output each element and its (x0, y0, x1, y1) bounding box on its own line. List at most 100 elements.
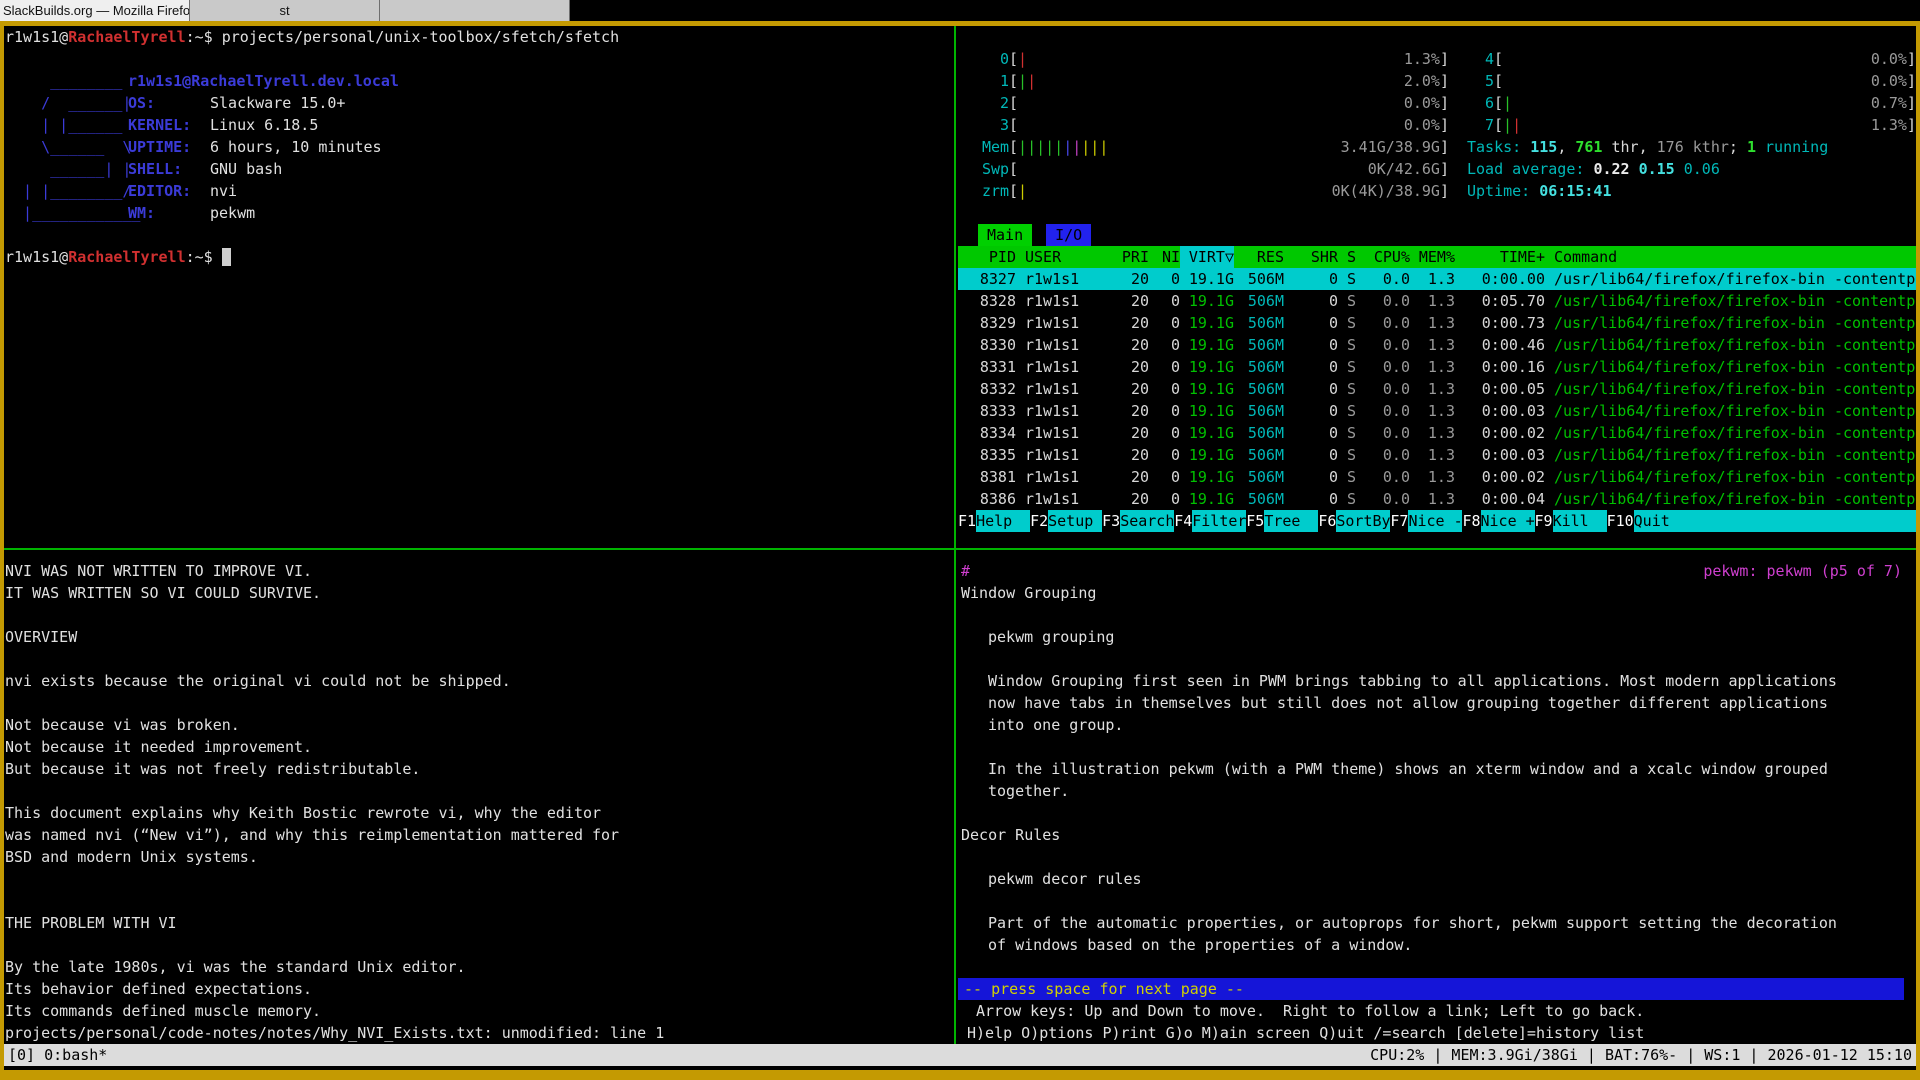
htop-fkey-button[interactable]: F5Tree (1246, 510, 1318, 532)
meter-label: Mem (982, 136, 1009, 158)
sfetch-info-row: | |______ KERNEL: Linux 6.18.5 (5, 114, 950, 136)
htop-fkey-button[interactable]: F8Nice + (1462, 510, 1534, 532)
htop-fkey-button[interactable]: F6SortBy (1318, 510, 1390, 532)
sfetch-hostname-row: ________ r1w1s1@RachaelTyrell.dev.local (5, 70, 950, 92)
titlebar-tab[interactable]: SlackBuilds.org — Mozilla Firefox (0, 0, 190, 21)
process-row[interactable]: 8327r1w1s120019.1G506M0S0.01.30:00.00/us… (958, 268, 1916, 290)
lynx-page-indicator: pekwm: pekwm (p5 of 7) (1703, 560, 1902, 582)
sfetch-info-value: Linux 6.18.5 (210, 114, 318, 136)
meter-value: 2.0% (1404, 70, 1440, 92)
htop-load-line: Load average: 0.22 0.15 0.06 (1467, 158, 1916, 180)
meter-bars (1018, 158, 1368, 180)
htop-fkey-button[interactable]: F2Setup (1030, 510, 1102, 532)
sfetch-info-label: KERNEL: (128, 114, 210, 136)
process-row[interactable]: 8329r1w1s120019.1G506M0S0.01.30:00.73/us… (958, 312, 1916, 334)
htop-fkey-button[interactable]: F4Filter (1174, 510, 1246, 532)
htop-meter-row: 4[0.0%] (1467, 48, 1916, 70)
meter-value: 0.0% (1404, 92, 1440, 114)
process-row[interactable]: 8386r1w1s120019.1G506M0S0.01.30:00.04/us… (958, 488, 1916, 510)
meter-label: zrm (982, 180, 1009, 202)
tmux-session-window[interactable]: [0] 0:bash* (8, 1044, 107, 1066)
htop-meter-row: zrm[0K(4K)/38.9G] (982, 180, 1449, 202)
sfetch-info-value: 6 hours, 10 minutes (210, 136, 382, 158)
htop-fkey-button[interactable]: F9Kill (1535, 510, 1607, 532)
shell-prompt-line-2: r1w1s1@RachaelTyrell:~$ (5, 246, 950, 268)
htop-fkey-button[interactable]: F7Nice - (1390, 510, 1462, 532)
tmux-pane-htop[interactable]: 0[1.3%] 1[2.0%] 2[0.0%] 3[0.0%] Mem[3.41… (958, 26, 1916, 532)
sfetch-info-value: pekwm (210, 202, 255, 224)
sfetch-info-value: GNU bash (210, 158, 282, 180)
meter-bar-tick (1512, 116, 1521, 134)
meter-bars (1018, 136, 1341, 158)
sfetch-info-row: / ______| OS: Slackware 15.0+ (5, 92, 950, 114)
htop-tab-main[interactable]: Main (978, 224, 1032, 246)
tmux-status-bar: [0] 0:bash* CPU:2% | MEM:3.9Gi/38Gi | BA… (4, 1044, 1916, 1066)
editor-line: This document explains why Keith Bostic … (5, 802, 950, 824)
htop-fkey-button[interactable]: F1Help (958, 510, 1030, 532)
lynx-help-line: Arrow keys: Up and Down to move. Right t… (976, 1000, 1644, 1022)
htop-meter-row: 6[0.7%] (1467, 92, 1916, 114)
meter-bar-tick (1099, 138, 1108, 156)
titlebar-tab[interactable]: st (190, 0, 380, 21)
editor-line (5, 868, 950, 890)
htop-meter-row: 2[0.0%] (982, 92, 1449, 114)
htop-tab-io[interactable]: I/O (1046, 224, 1091, 246)
process-row[interactable]: 8332r1w1s120019.1G506M0S0.01.30:00.05/us… (958, 378, 1916, 400)
process-row[interactable]: 8333r1w1s120019.1G506M0S0.01.30:00.03/us… (958, 400, 1916, 422)
editor-line: Its commands defined muscle memory. (5, 1000, 950, 1022)
process-row[interactable]: 8381r1w1s120019.1G506M0S0.01.30:00.02/us… (958, 466, 1916, 488)
tmux-pane-editor[interactable]: NVI WAS NOT WRITTEN TO IMPROVE VI.IT WAS… (5, 558, 950, 1046)
editor-line: By the late 1980s, vi was the standard U… (5, 956, 950, 978)
htop-uptime-line: Uptime: 06:15:41 (1467, 180, 1916, 202)
meter-bar-tick (1018, 50, 1027, 68)
process-row[interactable]: 8334r1w1s120019.1G506M0S0.01.30:00.02/us… (958, 422, 1916, 444)
shell-command: projects/personal/unix-toolbox/sfetch/sf… (222, 28, 619, 46)
system-stats: CPU:2% | MEM:3.9Gi/38Gi | BAT:76%- | WS:… (1370, 1044, 1912, 1066)
htop-fkey-button[interactable]: F10Quit (1607, 510, 1688, 532)
meter-bar-tick (1054, 138, 1063, 156)
lynx-link[interactable]: pekwm grouping (988, 626, 1114, 648)
meter-bars (1018, 70, 1404, 92)
titlebar-tab[interactable] (380, 0, 570, 21)
meter-bar-tick (1027, 138, 1036, 156)
meter-label: 6 (1467, 92, 1494, 114)
lynx-header-left: # (961, 560, 970, 582)
meter-label: 4 (1467, 48, 1494, 70)
lynx-link[interactable]: pekwm decor rules (988, 868, 1142, 890)
meter-bar-tick (1018, 182, 1027, 200)
meter-label: Swp (982, 158, 1009, 180)
sfetch-info-label: WM: (128, 202, 210, 224)
meter-bars (1503, 70, 1871, 92)
editor-line: BSD and modern Unix systems. (5, 846, 950, 868)
sfetch-ascii-art: ________ (5, 70, 128, 92)
editor-line: Not because it needed improvement. (5, 736, 950, 758)
meter-bar-tick (1072, 138, 1081, 156)
htop-table-header[interactable]: PIDUSERPRINIVIRT▽RESSHRSCPU%MEM%TIME+Com… (958, 246, 1916, 268)
editor-line (5, 890, 950, 912)
lynx-help-line: H)elp O)ptions P)rint G)o M)ain screen Q… (967, 1022, 1644, 1044)
tmux-pane-border-vertical[interactable] (954, 26, 956, 1044)
process-row[interactable]: 8331r1w1s120019.1G506M0S0.01.30:00.16/us… (958, 356, 1916, 378)
meter-value: 0K/42.6G (1368, 158, 1440, 180)
lynx-paragraph-line: into one group. (988, 714, 1837, 736)
process-row[interactable]: 8330r1w1s120019.1G506M0S0.01.30:00.46/us… (958, 334, 1916, 356)
lynx-paragraph-line: of windows based on the properties of a … (988, 934, 1837, 956)
editor-line (5, 934, 950, 956)
meter-bars (1503, 92, 1871, 114)
sort-column-header: VIRT▽ (1180, 246, 1234, 268)
meter-value: 0.0% (1404, 114, 1440, 136)
process-row[interactable]: 8335r1w1s120019.1G506M0S0.01.30:00.03/us… (958, 444, 1916, 466)
htop-meter-row: 5[0.0%] (1467, 70, 1916, 92)
meter-bars (1018, 180, 1332, 202)
sfetch-info-row: | |________/ EDITOR: nvi (5, 180, 950, 202)
process-row[interactable]: 8328r1w1s120019.1G506M0S0.01.30:05.70/us… (958, 290, 1916, 312)
tmux-pane-lynx[interactable]: # pekwm: pekwm (p5 of 7) Window Grouping… (958, 558, 1916, 1044)
htop-fkey-button[interactable]: F3Search (1102, 510, 1174, 532)
meter-label: 1 (982, 70, 1009, 92)
prompt-user: r1w1s1@ (5, 28, 68, 46)
tmux-pane-shell[interactable]: r1w1s1@RachaelTyrell:~$ projects/persona… (5, 26, 950, 526)
meter-label: 5 (1467, 70, 1494, 92)
sfetch-info-row: |____________ WM: pekwm (5, 202, 950, 224)
editor-line (5, 780, 950, 802)
tmux-pane-border-horizontal[interactable] (4, 548, 1916, 550)
